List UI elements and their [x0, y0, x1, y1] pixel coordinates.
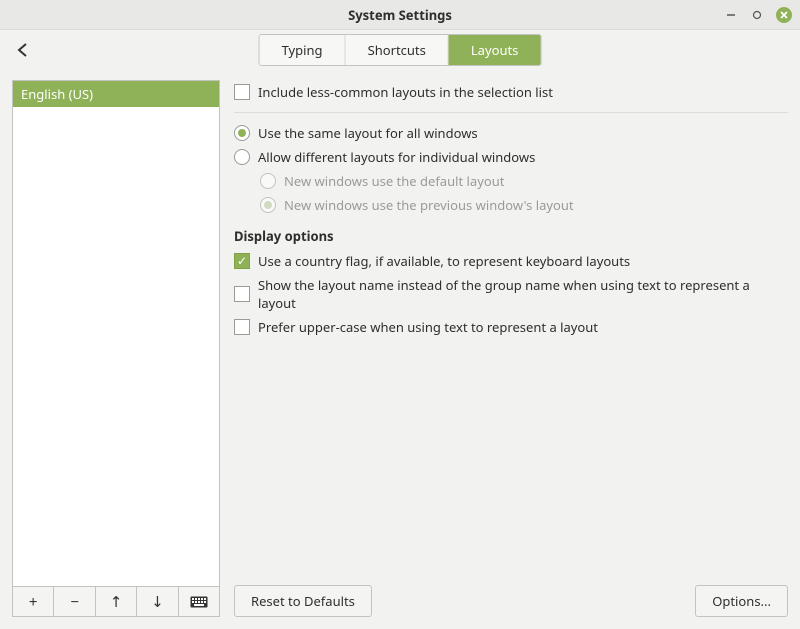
radio-new-default: [260, 173, 276, 189]
checkbox-country-flag[interactable]: [234, 253, 250, 269]
tab-typing[interactable]: Typing: [260, 35, 346, 65]
reset-defaults-button[interactable]: Reset to Defaults: [234, 585, 372, 617]
label-allow-different: Allow different layouts for individual w…: [258, 148, 535, 166]
tab-shortcuts[interactable]: Shortcuts: [346, 35, 449, 65]
minimize-icon[interactable]: [724, 8, 738, 22]
layout-list-toolbar: + − ↑ ↓: [12, 587, 220, 617]
radio-allow-different-row[interactable]: Allow different layouts for individual w…: [234, 145, 788, 169]
settings-column: Include less-common layouts in the selec…: [234, 80, 788, 617]
radio-new-previous-row: New windows use the previous window's la…: [260, 193, 788, 217]
back-button[interactable]: [10, 37, 36, 63]
toolbar: Typing Shortcuts Layouts: [0, 30, 800, 70]
checkbox-country-flag-row[interactable]: Use a country flag, if available, to rep…: [234, 249, 788, 273]
label-layout-name: Show the layout name instead of the grou…: [258, 276, 788, 312]
options-button[interactable]: Options...: [695, 585, 788, 617]
checkbox-layout-name-row[interactable]: Show the layout name instead of the grou…: [234, 273, 788, 315]
move-down-button[interactable]: ↓: [137, 587, 178, 616]
label-upper-case: Prefer upper-case when using text to rep…: [258, 318, 598, 336]
window-title: System Settings: [348, 6, 452, 24]
radio-same-layout[interactable]: [234, 125, 250, 141]
close-icon[interactable]: [776, 7, 792, 23]
maximize-icon[interactable]: [750, 8, 764, 22]
remove-layout-button[interactable]: −: [54, 587, 95, 616]
keyboard-icon: [190, 596, 208, 608]
checkbox-layout-name[interactable]: [234, 286, 250, 302]
titlebar: System Settings: [0, 0, 800, 30]
radio-allow-different[interactable]: [234, 149, 250, 165]
arrow-down-icon: ↓: [151, 592, 164, 612]
minus-icon: −: [70, 592, 79, 612]
layout-list[interactable]: English (US): [12, 80, 220, 587]
layout-list-item[interactable]: English (US): [13, 81, 219, 107]
tab-layouts[interactable]: Layouts: [449, 35, 541, 65]
label-new-previous: New windows use the previous window's la…: [284, 196, 574, 214]
bottom-button-row: Reset to Defaults Options...: [234, 585, 788, 617]
arrow-up-icon: ↑: [110, 592, 123, 612]
content-area: English (US) + − ↑ ↓ Include less-common…: [0, 70, 800, 629]
display-options-heading: Display options: [234, 227, 788, 245]
checkbox-include-less-common-row[interactable]: Include less-common layouts in the selec…: [234, 80, 788, 104]
show-layout-button[interactable]: [179, 587, 219, 616]
settings-panel: Include less-common layouts in the selec…: [234, 80, 788, 577]
label-same-layout: Use the same layout for all windows: [258, 124, 478, 142]
checkbox-include-less-common[interactable]: [234, 84, 250, 100]
label-country-flag: Use a country flag, if available, to rep…: [258, 252, 630, 270]
label-new-default: New windows use the default layout: [284, 172, 504, 190]
tab-bar: Typing Shortcuts Layouts: [259, 34, 542, 66]
radio-new-default-row: New windows use the default layout: [260, 169, 788, 193]
radio-new-previous: [260, 197, 276, 213]
label-include-less-common: Include less-common layouts in the selec…: [258, 83, 553, 101]
checkbox-upper-case-row[interactable]: Prefer upper-case when using text to rep…: [234, 315, 788, 339]
add-layout-button[interactable]: +: [13, 587, 54, 616]
window-controls: [724, 0, 792, 30]
checkbox-upper-case[interactable]: [234, 319, 250, 335]
divider: [234, 112, 788, 113]
layout-column: English (US) + − ↑ ↓: [12, 80, 220, 617]
plus-icon: +: [29, 592, 38, 612]
radio-same-layout-row[interactable]: Use the same layout for all windows: [234, 121, 788, 145]
move-up-button[interactable]: ↑: [96, 587, 137, 616]
